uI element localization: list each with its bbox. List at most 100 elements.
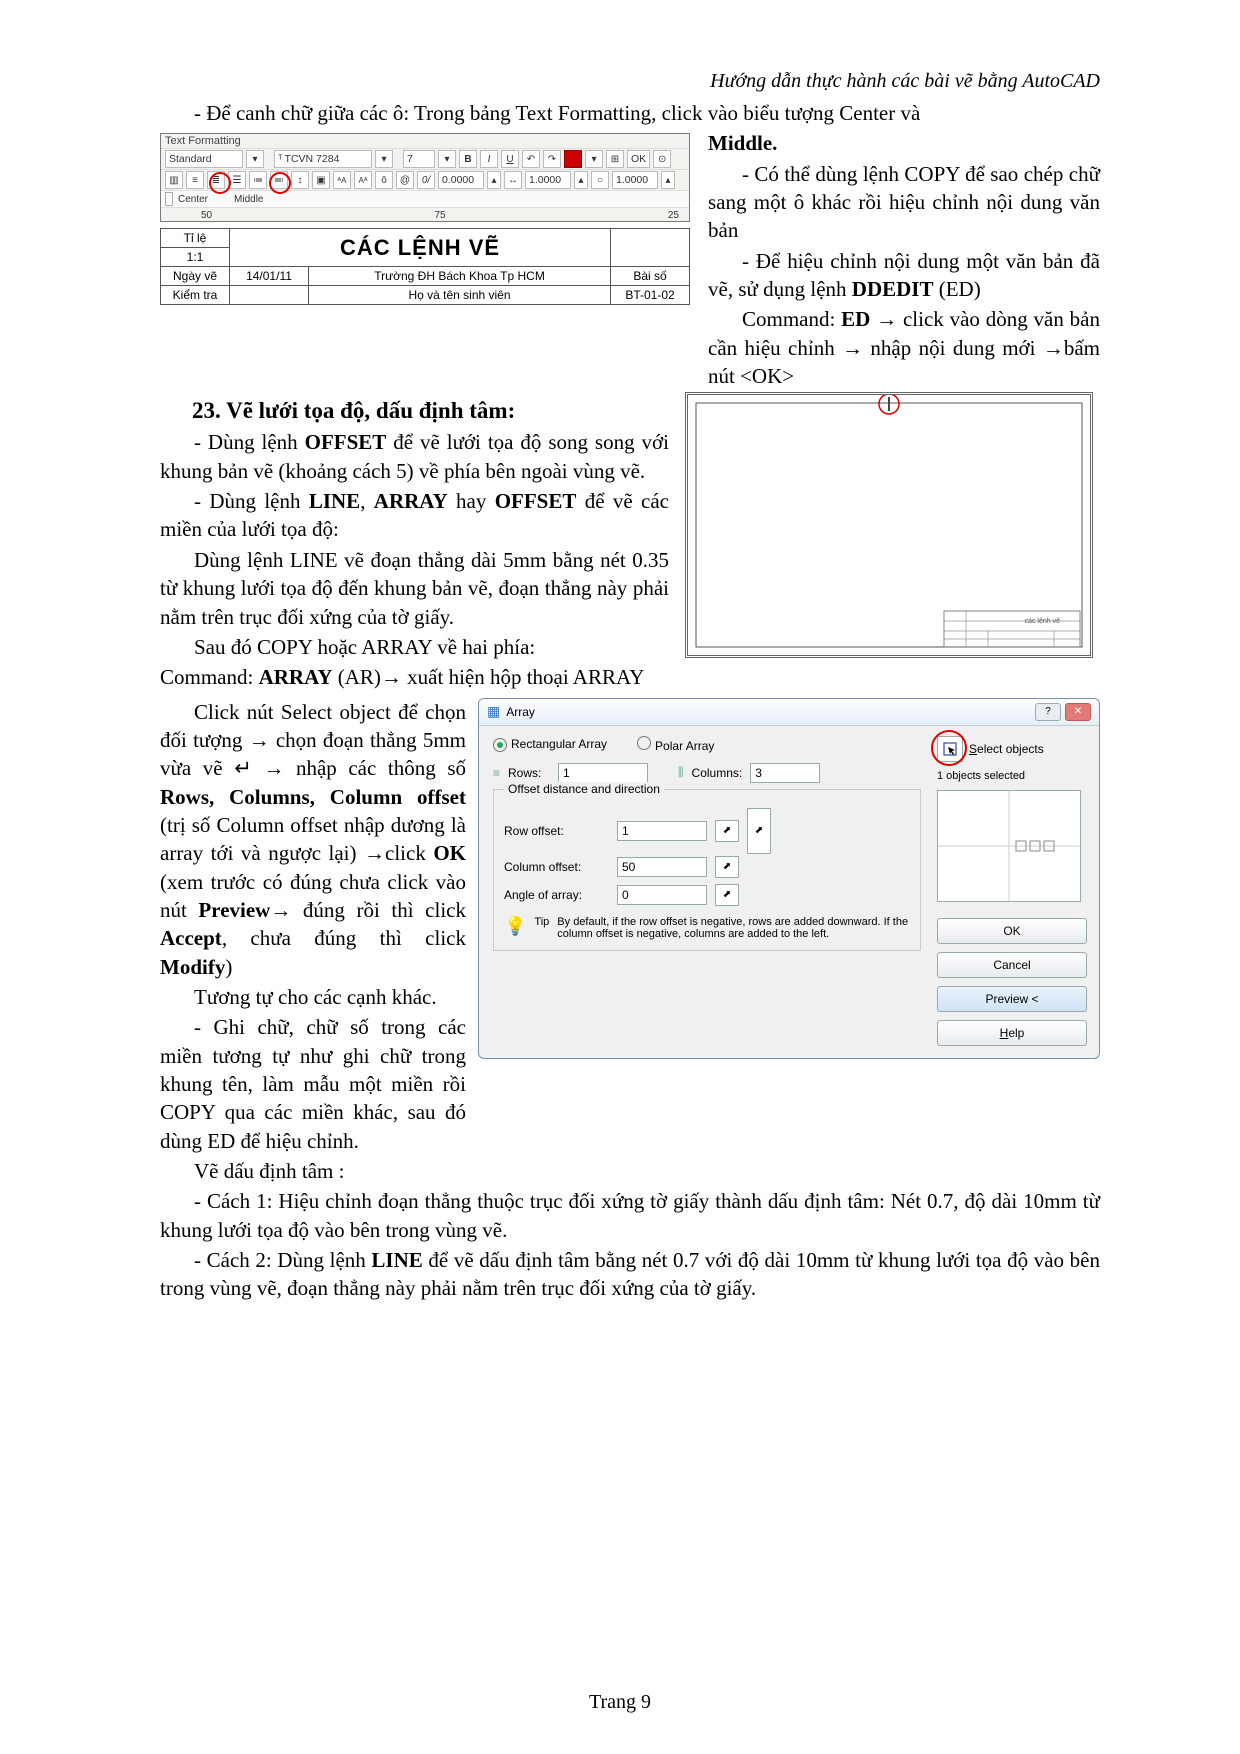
ok-button[interactable]: OK	[627, 150, 650, 168]
cell-student: Họ và tên sinh viên	[309, 286, 611, 305]
offset-section: Offset distance and direction Row offset…	[493, 789, 921, 951]
p-copy-array: Sau đó COPY hoặc ARRAY về hai phía:	[160, 633, 669, 661]
cell-tile: Tỉ lệ	[161, 229, 230, 248]
columns-icon[interactable]: ▥	[165, 171, 183, 189]
tip-bulb-icon: 💡	[504, 916, 526, 940]
italic-button[interactable]: I	[480, 150, 498, 168]
width-field[interactable]: 1.0000	[612, 171, 658, 189]
cell-scale: 1:1	[161, 248, 230, 267]
columns-input[interactable]	[750, 763, 820, 783]
pick-both-icon[interactable]: ⬈	[747, 808, 771, 854]
tip-text: By default, if the row offset is negativ…	[557, 916, 910, 940]
dropdown-icon[interactable]: ▾	[585, 150, 603, 168]
para-center: - Để canh chữ giữa các ô: Trong bảng Tex…	[160, 99, 1100, 127]
title-block-table: Tỉ lệ CÁC LỆNH VẼ 1:1 Ngày vẽ 14/01/11 T…	[160, 228, 690, 305]
p-line-desc: Dùng lệnh LINE vẽ đoạn thẳng dài 5mm bằn…	[160, 546, 669, 631]
rows-label: Rows:	[508, 766, 550, 780]
redo-icon[interactable]: ↷	[543, 150, 561, 168]
columns-icon: ⫼	[678, 765, 684, 780]
highlight-circle-icon	[931, 730, 967, 766]
preview-button[interactable]: Preview <	[937, 986, 1087, 1012]
color-icon[interactable]	[564, 150, 582, 168]
p-offset: - Dùng lệnh OFFSET để vẽ lưới tọa độ son…	[160, 428, 669, 485]
bullets-icon[interactable]: ≔	[249, 171, 267, 189]
tracking-field[interactable]: 1.0000	[525, 171, 571, 189]
bold-button[interactable]: B	[459, 150, 477, 168]
cell-num-lbl: Bài số	[611, 267, 690, 286]
angle-input[interactable]	[617, 885, 707, 905]
ruler-icon[interactable]: ⊞	[606, 150, 624, 168]
section-label: Offset distance and direction	[504, 782, 664, 796]
close-window-icon[interactable]: ✕	[1065, 703, 1091, 721]
status-middle: Middle	[234, 194, 263, 205]
column-offset-input[interactable]	[617, 857, 707, 877]
page-header: Hướng dẫn thực hành các bài vẽ bằng Auto…	[160, 70, 1100, 93]
p1-text: - Để canh chữ giữa các ô: Trong bảng Tex…	[194, 101, 920, 125]
cell-school: Trường ĐH Bách Khoa Tp HCM	[309, 267, 611, 286]
align-btl-icon[interactable]: ≡	[186, 171, 204, 189]
rows-icon: ≡	[493, 766, 500, 780]
cell-date-val: 14/01/11	[230, 267, 309, 286]
cell-check-lbl: Kiểm tra	[161, 286, 230, 305]
undo-icon[interactable]: ↶	[522, 150, 540, 168]
p-centermark: Vẽ dấu định tâm :	[160, 1157, 466, 1185]
ok-button[interactable]: OK	[937, 918, 1087, 944]
pick-point-icon[interactable]: ⬈	[715, 856, 739, 878]
p-labels: - Ghi chữ, chữ số trong các miền tương t…	[160, 1013, 466, 1155]
spinner-icon[interactable]: ▴	[487, 171, 501, 189]
style-select[interactable]: Standard	[165, 150, 243, 168]
rectangular-array-radio[interactable]: Rectangular Array	[493, 737, 607, 752]
size-select[interactable]: 7	[403, 150, 435, 168]
text-formatting-toolbar: Text Formatting Standard▾ ᵀTCVN 7284▾ 7▾…	[160, 133, 690, 222]
justify-center-icon[interactable]: ≣	[207, 171, 225, 189]
numbering-icon[interactable]: ≕	[270, 171, 288, 189]
tracking-icon[interactable]: ↔	[504, 171, 522, 189]
symbol-icon[interactable]: @	[396, 171, 414, 189]
spinner-icon[interactable]: ▴	[574, 171, 588, 189]
field-icon[interactable]: ▣	[312, 171, 330, 189]
overline-icon[interactable]: ō	[375, 171, 393, 189]
help-button[interactable]: HelpHelp	[937, 1020, 1087, 1046]
p-similar: Tương tự cho các cạnh khác.	[160, 983, 466, 1011]
uppercase-icon[interactable]: ᴬA	[333, 171, 351, 189]
dropdown-icon[interactable]: ▾	[438, 150, 456, 168]
p-middle: Middle.	[708, 129, 1100, 157]
row-offset-input[interactable]	[617, 821, 707, 841]
linespacing-icon[interactable]: ↕	[291, 171, 309, 189]
cancel-button[interactable]: Cancel	[937, 952, 1087, 978]
p-cach1: - Cách 1: Hiệu chỉnh đoạn thẳng thuộc tr…	[160, 1187, 1100, 1244]
drawing-title: CÁC LỆNH VẼ	[230, 229, 611, 267]
column-offset-label: Column offset:	[504, 860, 609, 874]
underline-button[interactable]: U	[501, 150, 519, 168]
p-copy: - Có thể dùng lệnh COPY để sao chép chữ …	[708, 160, 1100, 245]
p-select-object: Click nút Select object để chọn đối tượn…	[160, 698, 466, 981]
dropdown-icon[interactable]: ▾	[375, 150, 393, 168]
font-select[interactable]: ᵀTCVN 7284	[274, 150, 372, 168]
pick-point-icon[interactable]: ⬈	[715, 820, 739, 842]
oblique-icon[interactable]: 0/	[417, 171, 435, 189]
toolbar-title: Text Formatting	[161, 134, 689, 148]
polar-array-radio[interactable]: Polar Array	[637, 736, 714, 753]
array-icon: ▦	[487, 703, 500, 720]
rows-input[interactable]	[558, 763, 648, 783]
justify-middle-icon[interactable]: ☰	[228, 171, 246, 189]
width-icon[interactable]: ○	[591, 171, 609, 189]
p-ddedit: - Để hiệu chỉnh nội dung một văn bản đã …	[708, 247, 1100, 304]
ruler-mark: 25	[668, 210, 679, 221]
empty-cell	[230, 286, 309, 305]
ruler-mark: 50	[201, 210, 212, 221]
status-center: Center	[178, 194, 208, 205]
options-icon[interactable]: ⊙	[653, 150, 671, 168]
select-objects-label: SSelect objectselect objects	[969, 742, 1044, 756]
help-window-icon[interactable]: ?	[1035, 703, 1061, 721]
p-line-array: - Dùng lệnh LINE, ARRAY hay OFFSET để vẽ…	[160, 487, 669, 544]
heading-23: 23. Vẽ lưới tọa độ, dấu định tâm:	[192, 398, 669, 424]
empty-cell	[611, 229, 690, 267]
columns-label: Columns:	[692, 766, 743, 780]
tiny-title: các lệnh vẽ	[1025, 618, 1060, 625]
spinner-icon[interactable]: ▴	[661, 171, 675, 189]
dropdown-icon[interactable]: ▾	[246, 150, 264, 168]
lowercase-icon[interactable]: Aᴬ	[354, 171, 372, 189]
oblique-field[interactable]: 0.0000	[438, 171, 484, 189]
pick-angle-icon[interactable]: ⬈	[715, 884, 739, 906]
